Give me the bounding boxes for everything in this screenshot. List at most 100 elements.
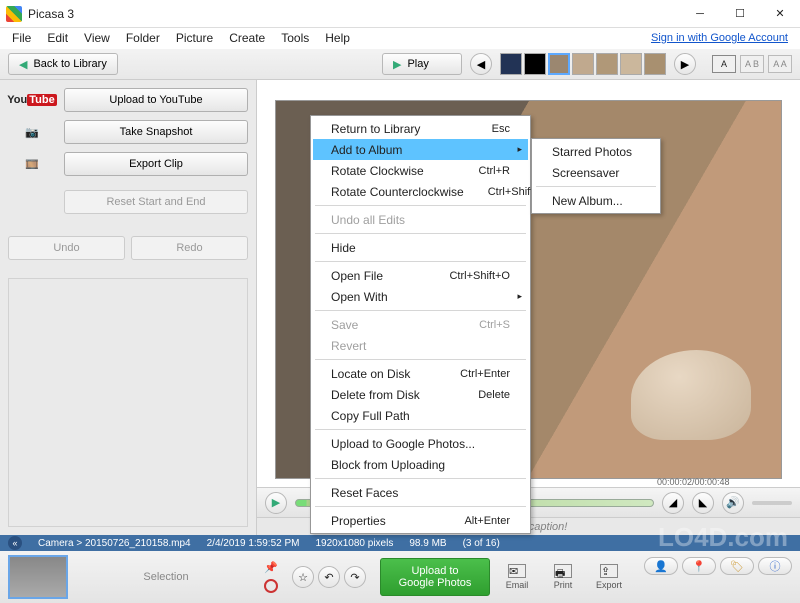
menu-picture[interactable]: Picture	[168, 29, 221, 47]
next-button[interactable]: ▶	[674, 53, 696, 75]
context-menu[interactable]: Return to LibraryEscAdd to Album▸Rotate …	[310, 115, 531, 534]
ctx-item[interactable]: Copy Full Path	[313, 405, 528, 426]
play-label: Play	[407, 58, 428, 70]
single-view-button[interactable]: A	[712, 55, 736, 73]
star-button[interactable]: ☆	[292, 566, 314, 588]
menu-edit[interactable]: Edit	[39, 29, 76, 47]
ctx-item[interactable]: Add to Album▸	[313, 139, 528, 160]
ctx-item[interactable]: Open With▸	[313, 286, 528, 307]
clear-selection-icon[interactable]	[264, 579, 278, 593]
tag-button[interactable]: 🏷	[720, 557, 754, 575]
signin-link[interactable]: Sign in with Google Account	[651, 32, 796, 44]
context-submenu[interactable]: Starred PhotosScreensaver New Album...	[531, 138, 661, 214]
thumb[interactable]	[596, 53, 618, 75]
info-size: 98.9 MB	[409, 538, 446, 549]
hold-pin-icon[interactable]: 📌	[264, 561, 278, 575]
rotate-cw-button[interactable]: ↷	[344, 566, 366, 588]
ctx-item[interactable]: Delete from DiskDelete	[313, 384, 528, 405]
ctx-item[interactable]: Open FileCtrl+Shift+O	[313, 265, 528, 286]
info-path: Camera > 20150726_210158.mp4	[38, 538, 191, 549]
ctx-item[interactable]: Locate on DiskCtrl+Enter	[313, 363, 528, 384]
aa-view-button[interactable]: A A	[768, 55, 792, 73]
thumb-selected[interactable]	[548, 53, 570, 75]
trim-start-button[interactable]: ◢	[662, 492, 684, 514]
play-button[interactable]: ▶ Play	[382, 53, 462, 75]
upload-youtube-button[interactable]: Upload to YouTube	[64, 88, 248, 112]
toolbar: ◀ Back to Library ▶ Play ◀ ▶ A A B A A	[0, 48, 800, 80]
ctx-sub-item[interactable]: Starred Photos	[534, 141, 658, 162]
menu-help[interactable]: Help	[317, 29, 358, 47]
export-clip-button[interactable]: Export Clip	[64, 152, 248, 176]
info-date: 2/4/2019 1:59:52 PM	[207, 538, 300, 549]
prev-button[interactable]: ◀	[470, 53, 492, 75]
ctx-item[interactable]: Rotate ClockwiseCtrl+R	[313, 160, 528, 181]
close-button[interactable]: ✕	[760, 0, 800, 28]
print-icon: 🖶	[554, 564, 572, 578]
thumb[interactable]	[500, 53, 522, 75]
menubar: File Edit View Folder Picture Create Too…	[0, 28, 800, 48]
info-button[interactable]: ⓘ	[758, 557, 792, 575]
play-icon: ▶	[393, 58, 401, 71]
timecode: 00:00:02/00:00:48	[657, 477, 730, 487]
ctx-item[interactable]: Hide	[313, 237, 528, 258]
geo-tag-button[interactable]: 📍	[682, 557, 716, 575]
back-to-library-button[interactable]: ◀ Back to Library	[8, 53, 118, 75]
thumb[interactable]	[620, 53, 642, 75]
export-row: 🎞️ Export Clip	[8, 152, 248, 176]
undo-button: Undo	[8, 236, 125, 260]
export-button[interactable]: ⇪Export	[590, 564, 628, 590]
bottom-bar: Selection 📌 ☆ ↶ ↷ Upload to Google Photo…	[0, 551, 800, 603]
export-icon: ⇪	[600, 564, 618, 578]
ctx-item[interactable]: PropertiesAlt+Enter	[313, 510, 528, 531]
email-button[interactable]: ✉Email	[498, 564, 536, 590]
menu-folder[interactable]: Folder	[118, 29, 168, 47]
redo-button: Redo	[131, 236, 248, 260]
film-icon: 🎞️	[8, 158, 56, 171]
collapse-icon[interactable]: «	[8, 536, 22, 550]
ctx-item[interactable]: Revert	[313, 335, 528, 356]
thumbnail-strip	[500, 53, 666, 75]
volume-slider[interactable]	[752, 501, 792, 505]
ctx-item[interactable]: Return to LibraryEsc	[313, 118, 528, 139]
ctx-item[interactable]: Block from Uploading	[313, 454, 528, 475]
trim-end-button[interactable]: ◣	[692, 492, 714, 514]
thumb[interactable]	[572, 53, 594, 75]
menu-file[interactable]: File	[4, 29, 39, 47]
ab-view-button[interactable]: A B	[740, 55, 764, 73]
info-index: (3 of 16)	[463, 538, 500, 549]
info-dims: 1920x1080 pixels	[315, 538, 393, 549]
upload-google-photos-button[interactable]: Upload to Google Photos	[380, 558, 490, 596]
thumb[interactable]	[524, 53, 546, 75]
tag-buttons: 👤 📍 🏷 ⓘ	[644, 557, 792, 575]
ctx-sub-item[interactable]: New Album...	[534, 190, 658, 211]
ctx-item[interactable]: SaveCtrl+S	[313, 314, 528, 335]
print-button[interactable]: 🖶Print	[544, 564, 582, 590]
camera-icon: 📷	[8, 126, 56, 139]
volume-button[interactable]: 🔊	[722, 492, 744, 514]
back-arrow-icon: ◀	[19, 58, 27, 71]
menu-create[interactable]: Create	[221, 29, 273, 47]
back-label: Back to Library	[33, 58, 106, 70]
take-snapshot-button[interactable]: Take Snapshot	[64, 120, 248, 144]
ctx-item[interactable]: Reset Faces	[313, 482, 528, 503]
selection-label: Selection	[76, 571, 256, 583]
player-play-button[interactable]: ▶	[265, 492, 287, 514]
compare-mode-group: A A B A A	[712, 55, 792, 73]
selection-thumb[interactable]	[8, 555, 68, 599]
people-tag-button[interactable]: 👤	[644, 557, 678, 575]
ctx-item[interactable]: Undo all Edits	[313, 209, 528, 230]
ctx-item[interactable]: Upload to Google Photos...	[313, 433, 528, 454]
minimize-button[interactable]: ─	[680, 0, 720, 28]
thumb[interactable]	[644, 53, 666, 75]
menu-view[interactable]: View	[76, 29, 118, 47]
maximize-button[interactable]: ☐	[720, 0, 760, 28]
ctx-sub-item[interactable]: Screensaver	[534, 162, 658, 183]
window-title: Picasa 3	[28, 7, 680, 21]
app-icon	[6, 6, 22, 22]
menu-tools[interactable]: Tools	[273, 29, 317, 47]
reset-start-end-button: Reset Start and End	[64, 190, 248, 214]
info-bar: « Camera > 20150726_210158.mp4 2/4/2019 …	[0, 535, 800, 551]
image-content	[631, 350, 751, 440]
rotate-ccw-button[interactable]: ↶	[318, 566, 340, 588]
ctx-item[interactable]: Rotate CounterclockwiseCtrl+Shift+R	[313, 181, 528, 202]
